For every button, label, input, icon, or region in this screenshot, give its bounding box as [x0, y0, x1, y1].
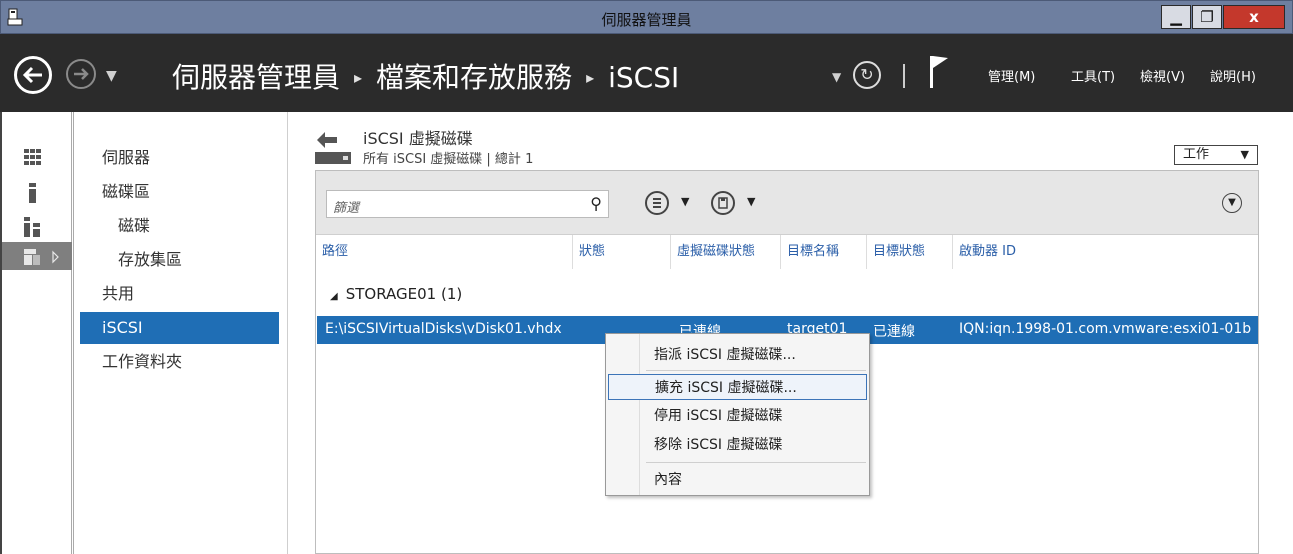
group-label: STORAGE01 (1) — [345, 285, 463, 303]
rail-all-servers[interactable] — [2, 210, 72, 238]
left-icon-rail — [0, 112, 74, 554]
header-divider — [903, 64, 905, 88]
menu-item-assign[interactable]: 指派 iSCSI 虛擬磁碟... — [608, 342, 867, 368]
collapse-triangle-icon[interactable]: ◢ — [330, 291, 338, 302]
column-header-vdisk-status[interactable]: 虛擬磁碟狀態 — [671, 235, 781, 269]
nav-item-storage-pools[interactable]: 存放集區 — [80, 244, 279, 276]
breadcrumb-separator-icon: ▸ — [354, 68, 363, 87]
breadcrumb: 伺服器管理員 ▸ 檔案和存放服務 ▸ iSCSI — [172, 56, 679, 96]
close-button[interactable]: x — [1223, 5, 1285, 29]
header-bar: ▼ 伺服器管理員 ▸ 檔案和存放服務 ▸ iSCSI ▼ ↻ 管理(M) 工具(T) 檢… — [0, 34, 1293, 112]
breadcrumb-separator-icon: ▸ — [586, 68, 595, 87]
title-bar[interactable]: 伺服器管理員 ▁ ❐ x — [0, 0, 1293, 34]
menu-separator — [646, 462, 866, 463]
menu-separator — [646, 370, 866, 371]
all-servers-icon — [24, 217, 40, 237]
forward-arrow-icon — [74, 68, 89, 80]
menu-help[interactable]: 說明(H) — [1210, 66, 1256, 85]
nav-item-shares[interactable]: 共用 — [80, 278, 279, 310]
back-button[interactable] — [14, 56, 52, 94]
cell-target-status: 已連線 — [873, 324, 915, 340]
view-options-dropdown-icon[interactable]: ▼ — [681, 195, 689, 208]
save-query-button[interactable] — [711, 191, 735, 215]
restore-icon: ❐ — [1200, 8, 1214, 26]
minimize-icon: ▁ — [1170, 8, 1182, 26]
tasks-label: 工作 — [1183, 147, 1210, 162]
nav-item-volumes[interactable]: 磁碟區 — [80, 176, 279, 208]
chevron-down-icon: ▼ — [1228, 197, 1236, 208]
close-icon: x — [1249, 8, 1259, 26]
navigation-panel: 伺服器 磁碟區 磁碟 存放集區 共用 iSCSI 工作資料夾 — [74, 112, 288, 554]
save-query-dropdown-icon[interactable]: ▼ — [747, 195, 755, 208]
breadcrumb-file-storage[interactable]: 檔案和存放服務 — [376, 61, 572, 94]
nav-item-work-folders[interactable]: 工作資料夾 — [80, 346, 279, 378]
list-toolbar: 篩選 ⚲ ▼ ▼ ▼ — [316, 171, 1258, 235]
cell-initiator-id: IQN:iqn.1998-01.com.vmware:esxi01-01b — [959, 321, 1252, 337]
filter-input[interactable]: 篩選 ⚲ — [326, 190, 609, 218]
rail-file-storage-services[interactable] — [2, 242, 72, 270]
save-icon — [718, 197, 728, 209]
window-title: 伺服器管理員 — [601, 11, 692, 29]
refresh-icon: ↻ — [860, 65, 874, 84]
column-header-initiator-id[interactable]: 啟動器 ID — [953, 235, 1258, 269]
search-icon[interactable]: ⚲ — [590, 194, 602, 213]
menu-item-properties[interactable]: 內容 — [608, 467, 867, 493]
group-header[interactable]: ◢ STORAGE01 (1) — [330, 285, 462, 303]
dashboard-icon — [24, 149, 41, 165]
menu-item-remove[interactable]: 移除 iSCSI 虛擬磁碟 — [608, 432, 867, 458]
view-options-button[interactable] — [645, 191, 669, 215]
history-dropdown-icon[interactable]: ▼ — [106, 68, 117, 84]
section-subtitle: 所有 iSCSI 虛擬磁碟 | 總計 1 — [363, 152, 534, 167]
refresh-dropdown-icon[interactable]: ▼ — [832, 70, 841, 84]
rail-dashboard[interactable] — [2, 142, 72, 170]
nav-item-disks[interactable]: 磁碟 — [80, 210, 279, 242]
refresh-button[interactable]: ↻ — [853, 61, 881, 89]
expand-collapse-button[interactable]: ▼ — [1222, 193, 1242, 213]
menu-manage[interactable]: 管理(M) — [988, 66, 1035, 85]
breadcrumb-server-manager[interactable]: 伺服器管理員 — [172, 61, 340, 94]
cell-path: E:\iSCSIVirtualDisks\vDisk01.vhdx — [325, 321, 562, 337]
column-header-status[interactable]: 狀態 — [573, 235, 671, 269]
nav-item-servers[interactable]: 伺服器 — [80, 142, 279, 174]
filter-placeholder: 篩選 — [333, 201, 360, 216]
menu-item-extend[interactable]: 擴充 iSCSI 虛擬磁碟... — [608, 374, 867, 400]
forward-button[interactable] — [66, 59, 96, 89]
file-storage-icon — [24, 249, 59, 265]
rail-local-server[interactable] — [2, 176, 72, 204]
column-header-target-name[interactable]: 目標名稱 — [781, 235, 867, 269]
column-header-path[interactable]: 路徑 — [316, 235, 573, 269]
minimize-button[interactable]: ▁ — [1161, 5, 1191, 29]
nav-item-iscsi[interactable]: iSCSI — [80, 312, 279, 344]
restore-button[interactable]: ❐ — [1192, 5, 1222, 29]
notifications-flag-button[interactable] — [928, 54, 950, 94]
local-server-icon — [29, 183, 36, 203]
iscsi-disk-icon — [315, 132, 351, 164]
column-header-target-status[interactable]: 目標狀態 — [867, 235, 953, 269]
flag-icon — [930, 56, 948, 88]
context-menu: 指派 iSCSI 虛擬磁碟... 擴充 iSCSI 虛擬磁碟... 停用 iSC… — [605, 333, 870, 496]
section-title: iSCSI 虛擬磁碟 — [363, 129, 473, 148]
menu-view[interactable]: 檢視(V) — [1140, 66, 1185, 85]
list-view-icon — [653, 198, 661, 208]
tasks-dropdown[interactable]: 工作 ▼ — [1174, 145, 1258, 165]
chevron-down-icon: ▼ — [1240, 148, 1249, 161]
back-arrow-icon — [22, 66, 42, 84]
menu-tools[interactable]: 工具(T) — [1071, 66, 1115, 85]
menu-item-disable[interactable]: 停用 iSCSI 虛擬磁碟 — [608, 403, 867, 429]
breadcrumb-iscsi: iSCSI — [608, 61, 680, 94]
